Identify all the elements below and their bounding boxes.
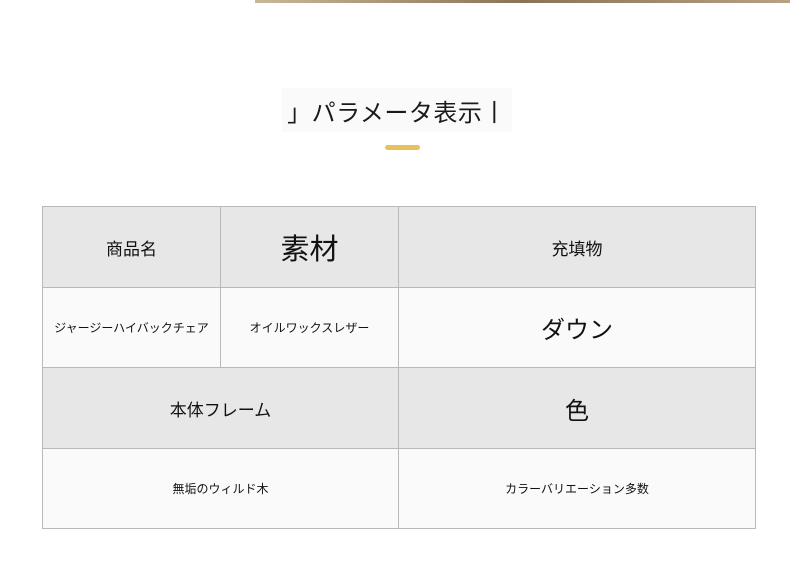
material-label: 素材 — [220, 206, 399, 288]
table-row: ジャージーハイバックチェア オイルワックスレザー ダウン — [42, 287, 756, 368]
table-row: 商品名 素材 充填物 — [42, 206, 756, 288]
color-label: 色 — [398, 367, 756, 449]
frame-value: 無垢のウィルド木 — [42, 448, 399, 529]
material-value: オイルワックスレザー — [220, 287, 399, 368]
table-row: 本体フレーム 色 — [42, 367, 756, 449]
section-heading: 」パラメータ表示丨 — [282, 88, 512, 132]
color-value: カラーバリエーション多数 — [398, 448, 756, 529]
filling-value: ダウン — [398, 287, 756, 368]
product-name-value: ジャージーハイバックチェア — [42, 287, 221, 368]
frame-label: 本体フレーム — [42, 367, 399, 449]
parameter-table: 商品名 素材 充填物 ジャージーハイバックチェア オイルワックスレザー ダウン … — [42, 206, 756, 529]
filling-label: 充填物 — [398, 206, 756, 288]
heading-accent-bar — [385, 145, 420, 150]
table-row: 無垢のウィルド木 カラーバリエーション多数 — [42, 448, 756, 529]
top-image-edge — [255, 0, 790, 3]
product-name-label: 商品名 — [42, 206, 221, 288]
